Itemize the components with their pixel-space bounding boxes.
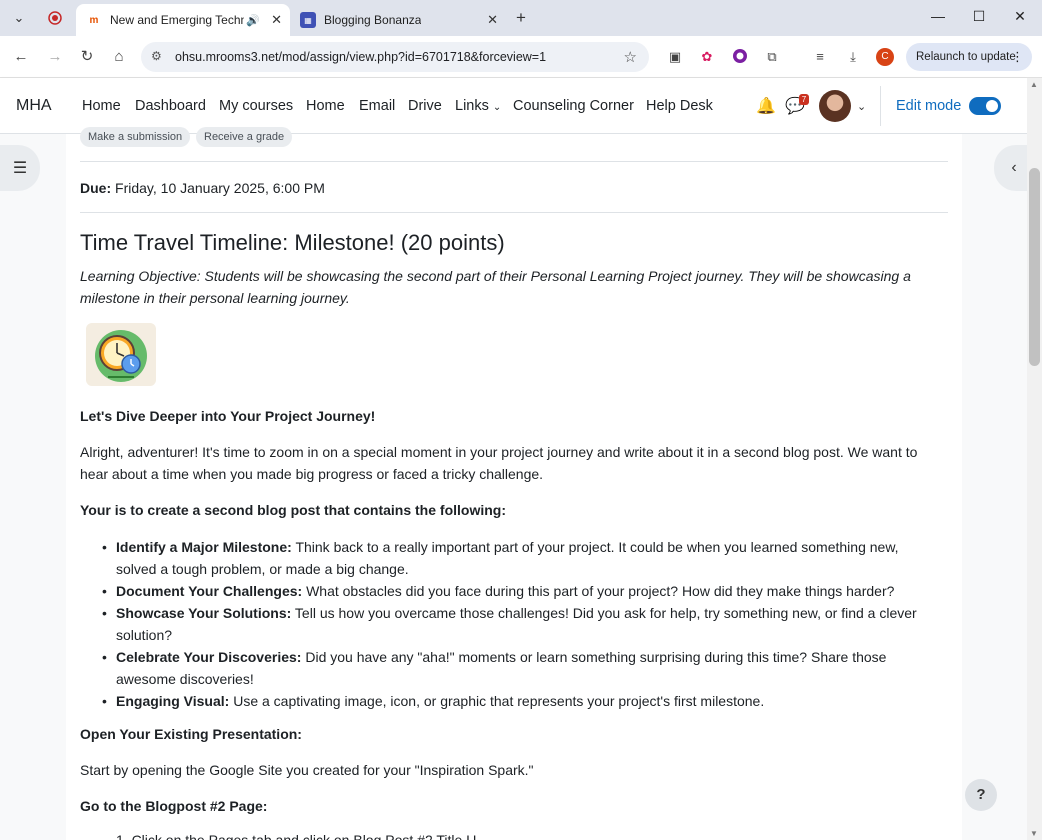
due-date: Due: Friday, 10 January 2025, 6:00 PM bbox=[80, 180, 325, 196]
requirements-list: Identify a Major Milestone: Think back t… bbox=[98, 536, 940, 712]
tab-title: Blogging Bonanza bbox=[324, 13, 422, 27]
chevron-left-icon: ‹ bbox=[1011, 159, 1017, 176]
chevron-down-icon: ⌄ bbox=[492, 102, 502, 113]
clock-icon bbox=[95, 329, 147, 382]
activity-pill: Receive a grade bbox=[196, 127, 293, 147]
reload-icon[interactable]: ↻ bbox=[78, 48, 96, 66]
list-item: Celebrate Your Discoveries: Did you have… bbox=[98, 646, 940, 690]
extension-icon[interactable]: ▣ bbox=[666, 48, 684, 66]
bookmark-star-icon[interactable]: ☆ bbox=[624, 48, 637, 66]
nav-counseling-corner[interactable]: Counseling Corner bbox=[513, 98, 634, 114]
section-heading: Open Your Existing Presentation: bbox=[80, 726, 302, 742]
scroll-up-icon[interactable]: ▲ bbox=[1030, 80, 1038, 89]
audio-icon[interactable]: 🔊 bbox=[246, 14, 260, 27]
close-window-icon[interactable]: ✕ bbox=[1010, 8, 1030, 25]
site-info-icon[interactable]: ⚙ bbox=[151, 49, 162, 63]
site-brand[interactable]: MHA bbox=[16, 97, 52, 115]
list-item: Identify a Major Milestone: Think back t… bbox=[98, 536, 940, 580]
list-item-text: Use a captivating image, icon, or graphi… bbox=[229, 693, 765, 709]
activity-pill: Make a submission bbox=[80, 127, 191, 147]
new-tab-icon[interactable]: + bbox=[512, 8, 530, 27]
list-icon: ☰ bbox=[12, 160, 28, 177]
browser-tab-strip: ⌄ m New and Emerging Technol 🔊 ✕ ▦ Blogg… bbox=[0, 0, 1042, 36]
list-item: Engaging Visual: Use a captivating image… bbox=[98, 690, 940, 712]
due-value: Friday, 10 January 2025, 6:00 PM bbox=[115, 180, 325, 196]
list-item-term: Engaging Visual: bbox=[116, 693, 230, 709]
browser-toolbar: ← → ↻ ⌂ ⚙ ohsu.mrooms3.net/mod/assign/vi… bbox=[0, 36, 1042, 78]
divider bbox=[80, 161, 948, 162]
more-menu-icon[interactable]: ⋮ bbox=[1011, 49, 1024, 65]
due-label: Due: bbox=[80, 180, 112, 196]
section-heading: Your is to create a second blog post tha… bbox=[80, 502, 506, 518]
edit-mode-toggle[interactable] bbox=[969, 97, 1001, 115]
section-heading: Let's Dive Deeper into Your Project Jour… bbox=[80, 408, 376, 424]
url-text[interactable]: ohsu.mrooms3.net/mod/assign/view.php?id=… bbox=[175, 50, 546, 64]
forward-icon[interactable]: → bbox=[46, 48, 64, 66]
extension-icon[interactable]: ✿ bbox=[698, 48, 716, 66]
nav-help-desk[interactable]: Help Desk bbox=[646, 98, 713, 114]
media-controls-icon[interactable]: ≡ bbox=[811, 48, 829, 66]
message-count-badge: 7 bbox=[799, 94, 809, 105]
moodle-favicon-icon: m bbox=[89, 14, 99, 26]
page-scrollbar[interactable]: ▲ ▼ bbox=[1027, 78, 1042, 840]
user-menu-chevron-icon[interactable]: ⌄ bbox=[857, 100, 866, 113]
back-icon[interactable]: ← bbox=[12, 48, 30, 66]
user-avatar[interactable] bbox=[819, 90, 851, 122]
list-item: Document Your Challenges: What obstacles… bbox=[98, 580, 940, 602]
relaunch-button[interactable]: Relaunch to update ⋮ bbox=[906, 43, 1032, 71]
scrollbar-thumb[interactable] bbox=[1029, 168, 1040, 366]
list-item-term: Document Your Challenges: bbox=[116, 583, 303, 599]
minimize-icon[interactable]: — bbox=[928, 8, 948, 24]
nav-email[interactable]: Email bbox=[359, 98, 395, 114]
course-index-toggle[interactable]: ☰ bbox=[0, 145, 40, 191]
profile-avatar[interactable]: C bbox=[876, 48, 894, 66]
scroll-down-icon[interactable]: ▼ bbox=[1030, 829, 1038, 838]
list-item-text: What obstacles did you face during this … bbox=[302, 583, 895, 599]
nav-home[interactable]: Home bbox=[82, 98, 121, 114]
nav-drive[interactable]: Drive bbox=[408, 98, 442, 114]
relaunch-label: Relaunch to update bbox=[916, 51, 1016, 63]
puzzle-extensions-icon[interactable]: ⧉ bbox=[763, 48, 781, 66]
divider bbox=[80, 212, 948, 213]
tab-blogging-bonanza[interactable]: ▦ Blogging Bonanza ✕ bbox=[290, 4, 506, 36]
nav-home-2[interactable]: Home bbox=[306, 98, 345, 114]
site-navbar: MHA Home Dashboard My courses Home Email… bbox=[0, 78, 1027, 134]
list-item: Showcase Your Solutions: Tell us how you… bbox=[98, 602, 940, 646]
assignment-title: Time Travel Timeline: Milestone! (20 poi… bbox=[80, 230, 505, 255]
tab-search-icon[interactable]: ⌄ bbox=[10, 9, 28, 27]
list-item-term: Showcase Your Solutions: bbox=[116, 605, 292, 621]
nav-my-courses[interactable]: My courses bbox=[219, 98, 293, 114]
clock-milestone-image bbox=[86, 323, 156, 386]
edit-mode-label: Edit mode bbox=[896, 98, 962, 114]
nav-links-label: Links bbox=[455, 98, 489, 114]
navbar-divider bbox=[880, 86, 881, 126]
address-bar[interactable]: ⚙ ohsu.mrooms3.net/mod/assign/view.php?i… bbox=[141, 42, 649, 72]
extension-icon[interactable] bbox=[731, 48, 749, 66]
home-icon[interactable]: ⌂ bbox=[110, 48, 128, 66]
download-icon[interactable]: ⤓ bbox=[844, 48, 862, 66]
maximize-icon[interactable]: ☐ bbox=[969, 8, 989, 25]
section-heading: Go to the Blogpost #2 Page: bbox=[80, 798, 268, 814]
close-tab-icon[interactable]: ✕ bbox=[487, 12, 498, 28]
record-icon[interactable] bbox=[46, 9, 64, 27]
cutoff-step-text: 1. Click on the Pages tab and click on B… bbox=[116, 832, 488, 840]
open-presentation-text: Start by opening the Google Site you cre… bbox=[80, 762, 534, 778]
learning-objective: Learning Objective: Students will be sho… bbox=[80, 268, 911, 306]
nav-links[interactable]: Links ⌄ bbox=[455, 98, 501, 114]
list-item-term: Celebrate Your Discoveries: bbox=[116, 649, 302, 665]
close-tab-icon[interactable]: ✕ bbox=[271, 12, 282, 28]
tab-title: New and Emerging Technol bbox=[110, 13, 244, 27]
bell-icon[interactable]: 🔔 bbox=[756, 96, 776, 116]
site-favicon-icon: ▦ bbox=[300, 12, 316, 28]
list-item-term: Identify a Major Milestone: bbox=[116, 539, 292, 555]
help-button[interactable]: ? bbox=[965, 779, 997, 811]
intro-paragraph: Alright, adventurer! It's time to zoom i… bbox=[80, 444, 918, 482]
tab-new-emerging-tech[interactable]: m New and Emerging Technol 🔊 ✕ bbox=[76, 4, 290, 36]
nav-dashboard[interactable]: Dashboard bbox=[135, 98, 206, 114]
